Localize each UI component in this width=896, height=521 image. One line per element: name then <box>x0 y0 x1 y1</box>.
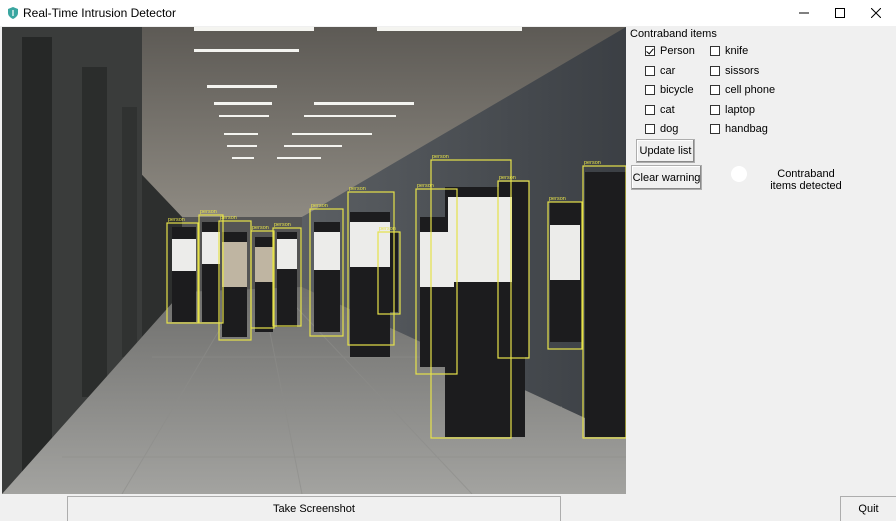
maximize-button[interactable] <box>822 0 858 26</box>
checkbox-bicycle[interactable]: bicycle <box>645 83 694 97</box>
checkbox-handbag[interactable]: handbag <box>710 122 768 136</box>
checkbox-cell-phone[interactable]: cell phone <box>710 83 775 97</box>
clear-warning-button[interactable]: Clear warning <box>631 165 702 190</box>
contraband-title: Contraband items <box>630 28 717 40</box>
checkbox-box[interactable] <box>710 46 720 56</box>
checkbox-knife[interactable]: knife <box>710 44 748 58</box>
detection-label: person <box>499 175 516 181</box>
detection-status-line2: items detected <box>770 180 842 192</box>
detection-label: person <box>311 203 328 209</box>
checkbox-box[interactable] <box>645 66 655 76</box>
maximize-icon <box>835 8 845 18</box>
checkbox-label: handbag <box>725 123 768 135</box>
checkbox-label: cat <box>660 104 675 116</box>
close-icon <box>871 8 881 18</box>
checkbox-label: Person <box>660 45 695 57</box>
update-list-button[interactable]: Update list <box>636 139 695 163</box>
detection-label: person <box>274 222 291 228</box>
checkbox-box[interactable] <box>710 105 720 115</box>
detection-label: person <box>220 215 237 221</box>
checkbox-person[interactable]: Person <box>645 44 695 58</box>
window-title: Real-Time Intrusion Detector <box>23 6 176 20</box>
checkbox-box[interactable] <box>710 124 720 134</box>
detection-label: person <box>432 154 449 160</box>
checkbox-label: dog <box>660 123 679 135</box>
video-feed: person person person person person perso… <box>2 27 626 494</box>
detection-label: person <box>200 209 217 215</box>
minimize-button[interactable] <box>786 0 822 26</box>
checkbox-box[interactable] <box>710 66 720 76</box>
checkbox-car[interactable]: car <box>645 64 675 78</box>
detection-label: person <box>417 183 434 189</box>
detection-status-line1: Contraband <box>777 168 835 180</box>
checkbox-label: laptop <box>725 104 755 116</box>
detection-label: person <box>349 186 366 192</box>
checkbox-label: car <box>660 65 676 77</box>
checkbox-laptop[interactable]: laptop <box>710 103 755 117</box>
checkbox-box[interactable] <box>645 105 655 115</box>
camera-frame: person person person person person perso… <box>2 27 626 494</box>
detection-label: person <box>252 225 269 231</box>
take-screenshot-button[interactable]: Take Screenshot <box>67 496 561 521</box>
checkbox-box[interactable] <box>645 46 655 56</box>
checkbox-box[interactable] <box>645 124 655 134</box>
detection-label: person <box>549 196 566 202</box>
checkbox-label: sissors <box>725 65 760 77</box>
minimize-icon <box>799 12 809 14</box>
checkbox-label: knife <box>725 45 749 57</box>
detection-label: person <box>584 160 601 166</box>
checkbox-sissors[interactable]: sissors <box>710 64 759 78</box>
detection-indicator <box>731 166 747 182</box>
checkbox-cat[interactable]: cat <box>645 103 675 117</box>
close-button[interactable] <box>858 0 894 26</box>
checkbox-box[interactable] <box>645 85 655 95</box>
detection-label: person <box>168 217 185 223</box>
detection-label: person <box>379 226 396 232</box>
quit-button[interactable]: Quit <box>840 496 896 521</box>
checkbox-label: cell phone <box>725 84 776 96</box>
checkbox-dog[interactable]: dog <box>645 122 678 136</box>
checkbox-label: bicycle <box>660 84 694 96</box>
shield-icon <box>8 7 18 19</box>
detection-status: Contraband items detected <box>768 168 844 192</box>
checkbox-box[interactable] <box>710 85 720 95</box>
control-panel: Contraband items Person knife car sissor… <box>626 27 896 494</box>
title-bar: Real-Time Intrusion Detector <box>0 0 896 26</box>
